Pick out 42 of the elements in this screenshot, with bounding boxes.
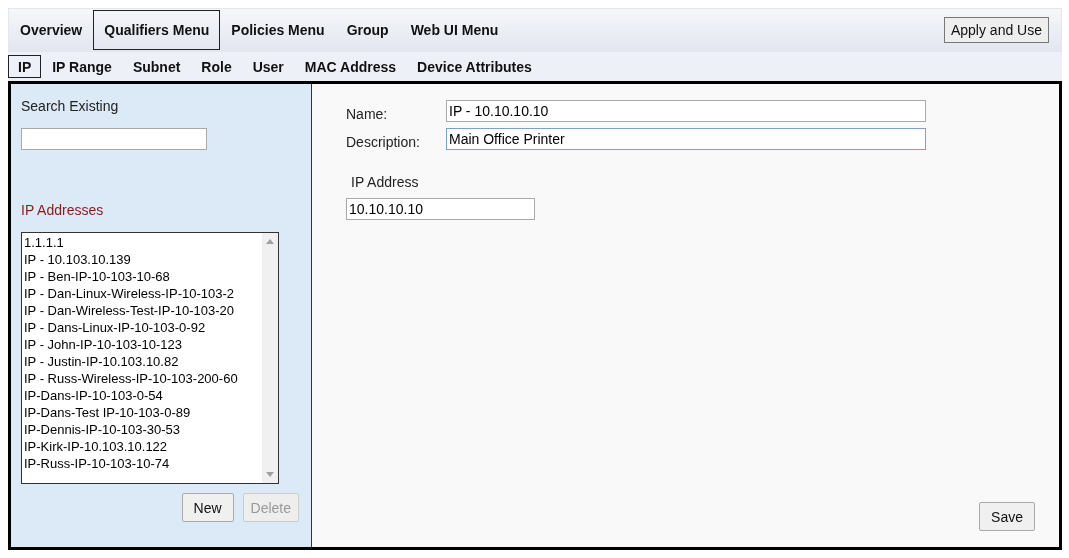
submenu-tab[interactable]: Role — [191, 55, 242, 78]
menu-tab[interactable]: Qualifiers Menu — [93, 10, 221, 50]
save-button[interactable]: Save — [979, 502, 1035, 531]
submenu-tab[interactable]: MAC Address — [294, 55, 407, 78]
list-item[interactable]: IP-Kirk-IP-10.103.10.122 — [22, 438, 262, 455]
submenu-tab[interactable]: IP — [8, 55, 42, 78]
apply-button[interactable]: Apply and Use — [943, 17, 1049, 43]
list-item[interactable]: IP-Dennis-IP-10-103-30-53 — [22, 421, 262, 438]
text-field[interactable]: IP - 10.10.10.10 — [446, 100, 926, 122]
list-item[interactable]: IP - Justin-IP-10.103.10.82 — [22, 353, 262, 370]
field-label: IP Address — [351, 174, 419, 190]
submenu-tab[interactable]: Device Attributes — [407, 55, 542, 78]
list-item[interactable]: IP - John-IP-10-103-10-123 — [22, 336, 262, 353]
ip-address-field[interactable]: 10.10.10.10 — [346, 198, 535, 220]
list-item[interactable]: IP - Ben-IP-10-103-10-68 — [22, 268, 262, 285]
list-item[interactable]: IP - Russ-Wireless-IP-10-103-200-60 — [22, 370, 262, 387]
list-item[interactable]: IP-Dans-IP-10-103-0-54 — [22, 387, 262, 404]
menu-tab[interactable]: Group — [335, 10, 400, 50]
submenu-tab[interactable]: User — [242, 55, 294, 78]
action-button[interactable]: New — [181, 493, 234, 522]
submenu-tab[interactable]: IP Range — [42, 55, 122, 78]
list-item[interactable]: IP - Dan-Linux-Wireless-IP-10-103-2 — [22, 285, 262, 302]
search-label: Search Existing — [21, 98, 119, 114]
menu-tab[interactable]: Overview — [9, 10, 94, 50]
address-listbox[interactable] — [21, 232, 279, 484]
list-item[interactable]: IP-Russ-IP-10-103-10-74 — [22, 455, 262, 472]
list-item[interactable]: IP - 10.103.10.139 — [22, 251, 262, 268]
scrollbar[interactable] — [262, 233, 278, 483]
submenu-tab[interactable]: Subnet — [122, 55, 191, 78]
menu-tab[interactable]: Policies Menu — [220, 10, 336, 50]
text-field[interactable]: Main Office Printer — [446, 128, 926, 150]
scroll-down-icon[interactable] — [266, 472, 274, 477]
field-label: Description: — [346, 134, 421, 150]
menu-tab[interactable]: Web UI Menu — [399, 10, 510, 50]
scroll-up-icon[interactable] — [266, 239, 274, 244]
list-item[interactable]: IP - Dans-Linux-IP-10-103-0-92 — [22, 319, 262, 336]
search-field[interactable] — [21, 128, 207, 150]
list-item[interactable]: 1.1.1.1 — [22, 234, 262, 251]
list-item[interactable]: IP - Dan-Wireless-Test-IP-10-103-20 — [22, 302, 262, 319]
field-label: Name: — [346, 106, 389, 122]
list-item[interactable]: IP-Dans-Test IP-10-103-0-89 — [22, 404, 262, 421]
list-label: IP Addresses — [21, 202, 104, 218]
